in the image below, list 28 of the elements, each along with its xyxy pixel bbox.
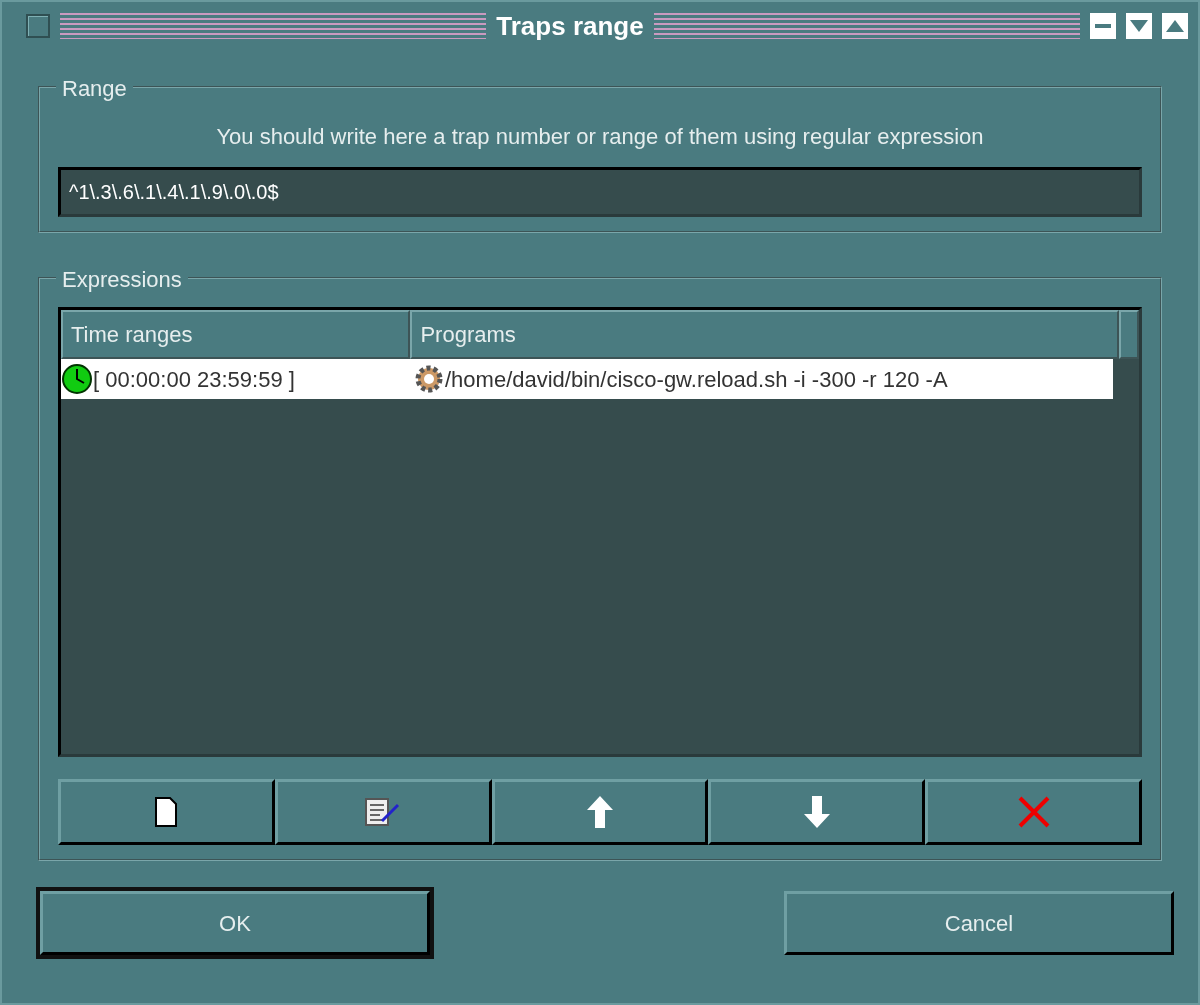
header-filler bbox=[1119, 310, 1139, 359]
delete-button[interactable] bbox=[925, 779, 1142, 845]
hint-text: You should write here a trap number or range of them using regular expression bbox=[215, 123, 985, 151]
minimize-icon bbox=[1095, 24, 1111, 28]
document-button[interactable] bbox=[58, 779, 275, 845]
window-title: Traps range bbox=[496, 9, 644, 43]
window-menu-button[interactable] bbox=[26, 14, 50, 38]
up-arrow-icon bbox=[586, 795, 614, 829]
column-header[interactable]: Programs bbox=[410, 310, 1119, 359]
column-header[interactable]: Time ranges bbox=[61, 310, 411, 359]
delete-icon bbox=[1016, 795, 1051, 829]
down-triangle-icon bbox=[1130, 20, 1148, 32]
down-arrow-icon bbox=[802, 795, 831, 829]
gear-icon bbox=[413, 363, 445, 395]
maximize-button[interactable] bbox=[1162, 13, 1188, 39]
clock-icon bbox=[61, 363, 93, 395]
minimize-button[interactable] bbox=[1090, 13, 1116, 39]
edit-document-button[interactable] bbox=[274, 779, 492, 845]
list-row[interactable]: [ 00:00:00 23:59:59 ] /home/david/bin/cisco-gw.reload.sh -i -300 -r 120 -A bbox=[61, 359, 1113, 399]
down-arrow-button[interactable] bbox=[708, 779, 926, 845]
cancel-button[interactable]: Cancel bbox=[784, 891, 1174, 955]
table-cell-text: [ 00:00:00 23:59:59 ] bbox=[93, 365, 295, 394]
shade-down-button[interactable] bbox=[1126, 13, 1152, 39]
input-field[interactable]: ^1\.3\.6\.1\.4\.1\.9\.0\.0$ bbox=[58, 167, 1142, 217]
up-triangle-icon bbox=[1166, 20, 1184, 32]
table-cell-text: /home/david/bin/cisco-gw.reload.sh -i -300 -r 120 -A bbox=[445, 365, 948, 394]
up-arrow-button[interactable] bbox=[491, 779, 709, 845]
document-icon bbox=[154, 797, 179, 827]
